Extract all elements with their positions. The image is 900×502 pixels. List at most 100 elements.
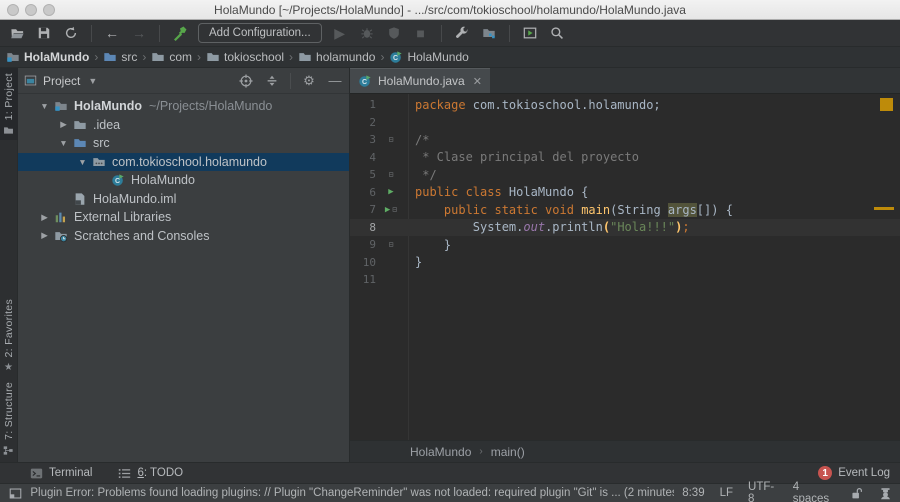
code-line-11[interactable]: 11 (350, 271, 900, 289)
tree-item-src[interactable]: ▼src (18, 134, 349, 153)
code-line-4[interactable]: 4 * Clase principal del proyecto (350, 149, 900, 167)
status-message[interactable]: Plugin Error: Problems found loading plu… (30, 487, 674, 499)
project-tool-window: Project ▼ ⚙ — ▼HolaMundo~/Projects/HolaM… (18, 68, 350, 462)
code-line-9[interactable]: 9⊟ } (350, 236, 900, 254)
caret-position[interactable]: 8:39 (682, 487, 704, 499)
close-icon[interactable]: ✕ (473, 75, 482, 88)
debug-bug-icon[interactable] (358, 24, 376, 42)
toolbar-separator (159, 25, 160, 42)
breadcrumb-method[interactable]: main() (491, 445, 525, 459)
run-anything-icon[interactable] (521, 24, 539, 42)
run-gutter-icon[interactable]: ▶ (388, 187, 393, 197)
nav-breadcrumb-holamundo[interactable]: CHolaMundo (389, 50, 468, 64)
fold-marker-icon[interactable]: ⊟ (389, 135, 394, 144)
folder-icon (3, 124, 15, 136)
code-text: /* (406, 133, 429, 147)
tool-button-project[interactable]: 1: Project (0, 68, 18, 140)
project-view-selector[interactable]: Project ▼ (24, 74, 97, 88)
chevron-right-icon: › (94, 50, 98, 64)
svg-text:C: C (393, 55, 398, 62)
tool-button-todo[interactable]: 6: TODO (118, 467, 183, 480)
code-line-5[interactable]: 5⊟ */ (350, 166, 900, 184)
indent-setting[interactable]: 4 spaces (793, 481, 835, 502)
sync-icon[interactable] (62, 24, 80, 42)
tree-expand-arrow-icon[interactable]: ▼ (74, 157, 91, 167)
nav-breadcrumb-holamundo[interactable]: holamundo (298, 50, 375, 64)
tool-button-terminal[interactable]: Terminal (30, 467, 92, 480)
tree-item-holamundo[interactable]: ▼HolaMundo~/Projects/HolaMundo (18, 97, 349, 116)
minimize-window-button[interactable] (25, 4, 37, 16)
fold-marker-icon[interactable]: ⊟ (389, 170, 394, 179)
tree-expand-arrow-icon[interactable]: ▶ (55, 119, 72, 130)
code-line-3[interactable]: 3⊟/* (350, 131, 900, 149)
add-configuration-button[interactable]: Add Configuration... (198, 23, 322, 43)
code-line-10[interactable]: 10} (350, 254, 900, 272)
code-line-1[interactable]: 1package com.tokioschool.holamundo; (350, 96, 900, 114)
window-controls[interactable] (7, 4, 55, 16)
code-text: public class HolaMundo { (406, 185, 588, 199)
inspections-hector-icon[interactable] (878, 486, 892, 501)
back-icon[interactable]: ← (103, 24, 121, 42)
line-ending[interactable]: LF (720, 487, 733, 499)
tab-holamundo-java[interactable]: C HolaMundo.java ✕ (350, 68, 490, 93)
fold-marker-icon[interactable]: ⊟ (392, 205, 397, 214)
open-file-icon[interactable] (8, 24, 26, 42)
code-text: */ (406, 168, 437, 182)
tree-item-scratches-and-consoles[interactable]: ▶Scratches and Consoles (18, 227, 349, 246)
settings-wrench-icon[interactable] (453, 24, 471, 42)
tool-window-switcher-icon[interactable] (8, 486, 22, 501)
editor-tabs: C HolaMundo.java ✕ (350, 68, 900, 94)
tool-button-event-log[interactable]: Event Log (838, 467, 890, 479)
stop-icon[interactable]: ■ (412, 24, 430, 42)
hide-panel-icon[interactable]: — (327, 73, 343, 89)
tree-item--idea[interactable]: ▶.idea (18, 116, 349, 135)
code-editor[interactable]: 1package com.tokioschool.holamundo;23⊟/*… (350, 94, 900, 440)
project-folder-icon (6, 50, 20, 64)
tree-item-external-libraries[interactable]: ▶External Libraries (18, 208, 349, 227)
gear-icon[interactable]: ⚙ (301, 73, 317, 89)
event-log-badge[interactable]: 1 (818, 466, 832, 480)
file-encoding[interactable]: UTF-8 (748, 481, 778, 502)
window-title: HolaMundo [~/Projects/HolaMundo] - .../s… (0, 3, 900, 17)
nav-breadcrumb-src[interactable]: src (103, 50, 137, 64)
save-all-icon[interactable] (35, 24, 53, 42)
tree-item-path: ~/Projects/HolaMundo (149, 99, 272, 113)
build-hammer-icon[interactable] (171, 24, 189, 42)
project-structure-icon[interactable] (480, 24, 498, 42)
unlock-icon[interactable] (850, 486, 864, 501)
nav-breadcrumb-com[interactable]: com (151, 50, 192, 64)
coverage-icon[interactable] (385, 24, 403, 42)
nav-breadcrumb-tokioschool[interactable]: tokioschool (206, 50, 284, 64)
run-gutter-icon[interactable]: ▶ (385, 205, 390, 215)
forward-icon[interactable]: → (130, 24, 148, 42)
maximize-window-button[interactable] (43, 4, 55, 16)
close-window-button[interactable] (7, 4, 19, 16)
tree-item-com-tokioschool-holamundo[interactable]: ▼com.tokioschool.holamundo (18, 153, 349, 172)
collapse-all-icon[interactable] (264, 73, 280, 89)
code-line-7[interactable]: 7▶⊟ public static void main(String args[… (350, 201, 900, 219)
code-line-8[interactable]: 8 System.out.println("Hola!!!"); (350, 219, 900, 237)
tree-expand-arrow-icon[interactable]: ▶ (36, 230, 53, 241)
code-line-2[interactable]: 2 (350, 114, 900, 132)
code-text: } (406, 255, 422, 269)
tree-expand-arrow-icon[interactable]: ▼ (55, 138, 72, 148)
nav-breadcrumb-holamundo[interactable]: HolaMundo (6, 50, 89, 64)
breadcrumb-class[interactable]: HolaMundo (410, 445, 471, 459)
tool-button-structure[interactable]: 7: Structure (0, 377, 18, 460)
class-icon: C (358, 74, 372, 88)
package-icon (91, 154, 107, 170)
tree-item-holamundo[interactable]: CHolaMundo (18, 171, 349, 190)
code-line-6[interactable]: 6▶public class HolaMundo { (350, 184, 900, 202)
tree-item-holamundo-iml[interactable]: HolaMundo.iml (18, 190, 349, 209)
search-everywhere-icon[interactable] (548, 24, 566, 42)
code-text: System.out.println("Hola!!!"); (406, 220, 690, 234)
tree-expand-arrow-icon[interactable]: ▶ (36, 212, 53, 223)
line-number: 4 (350, 151, 376, 164)
tool-button-favorites[interactable]: 2: Favorites ★ (0, 294, 18, 377)
class-icon: C (110, 172, 126, 188)
locate-file-icon[interactable] (238, 73, 254, 89)
scratches-icon (53, 228, 69, 244)
tree-expand-arrow-icon[interactable]: ▼ (36, 101, 53, 111)
fold-marker-icon[interactable]: ⊟ (389, 240, 394, 249)
run-icon[interactable]: ▶ (331, 24, 349, 42)
